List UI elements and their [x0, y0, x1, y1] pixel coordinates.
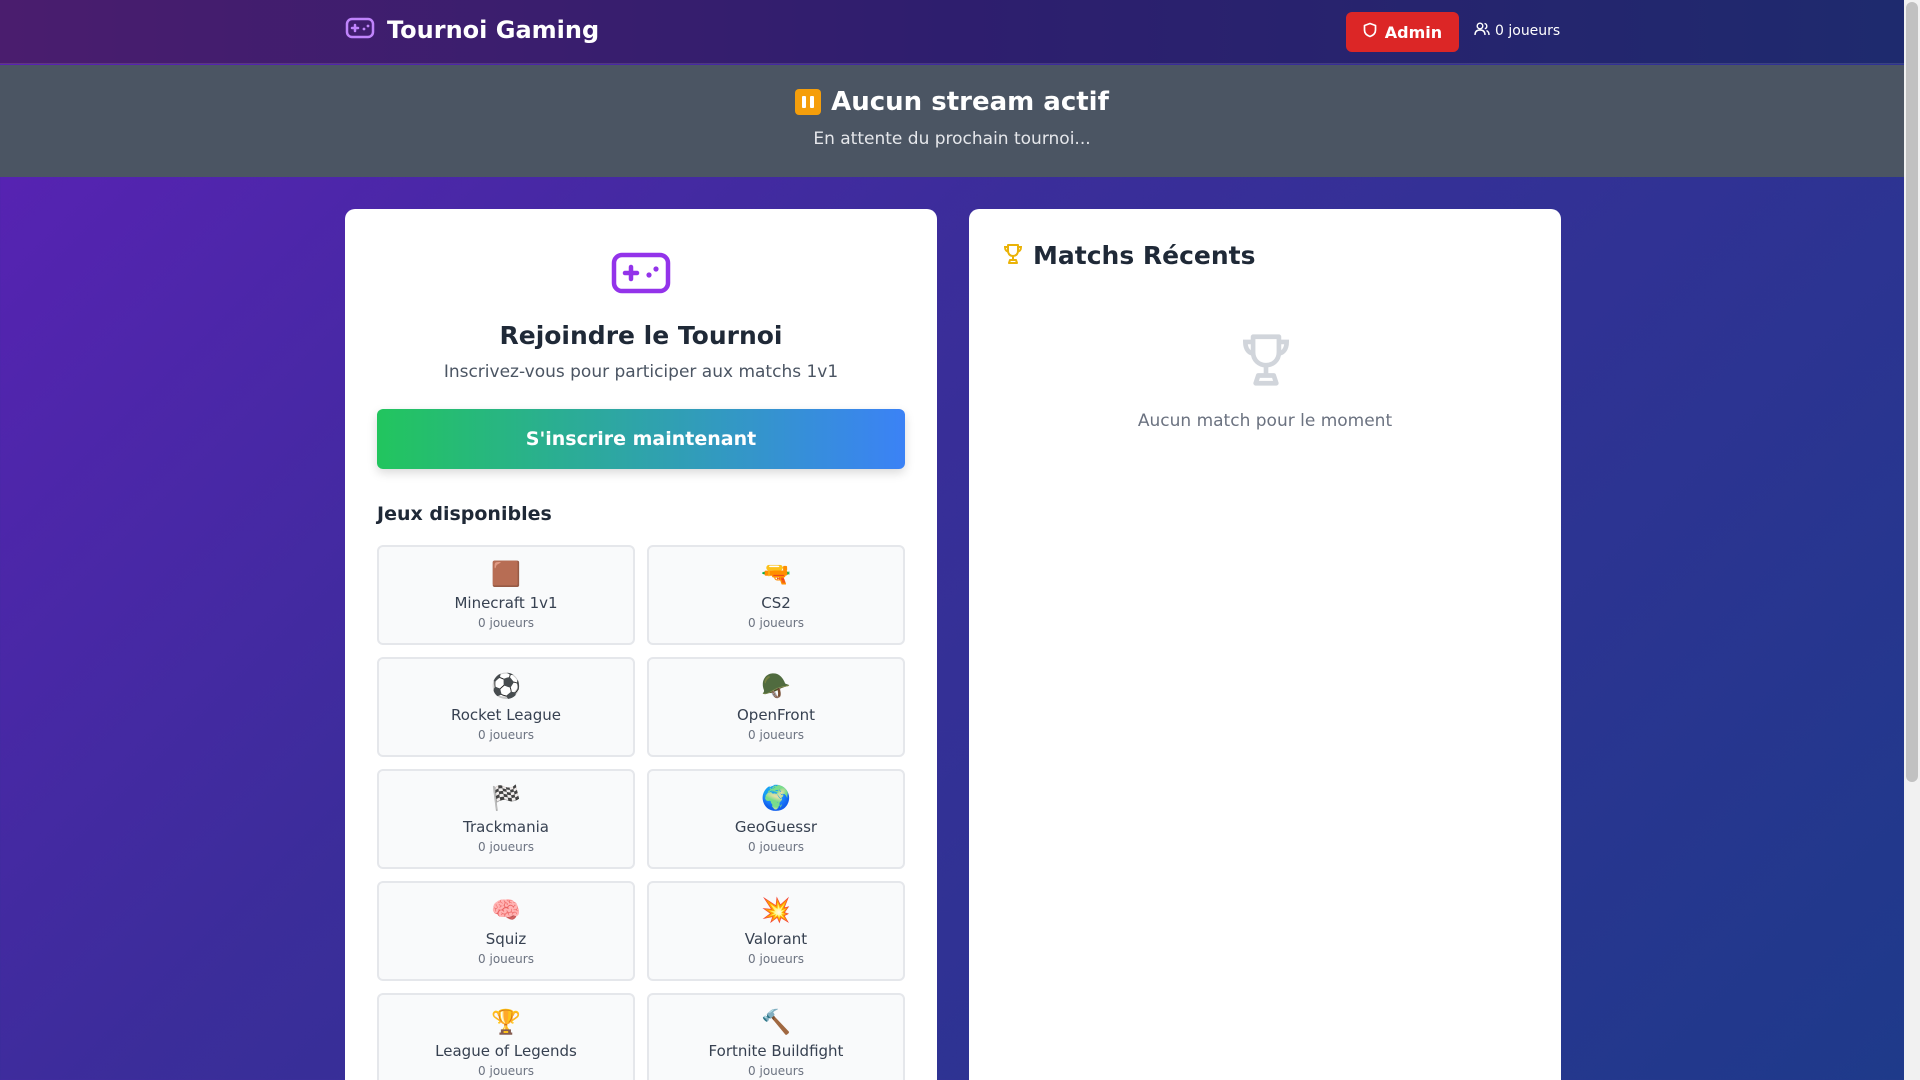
brain-icon: 🧠 — [491, 896, 521, 924]
helmet-icon: 🪖 — [761, 672, 791, 700]
join-title: Rejoindre le Tournoi — [499, 321, 783, 350]
game-player-count: 0 joueurs — [748, 616, 804, 630]
scrollbar-thumb[interactable] — [1906, 2, 1918, 782]
game-card[interactable]: 🟫 Minecraft 1v1 0 joueurs — [377, 545, 635, 645]
game-card[interactable]: 🔨 Fortnite Buildfight 0 joueurs — [647, 993, 905, 1080]
game-card[interactable]: 🏁 Trackmania 0 joueurs — [377, 769, 635, 869]
game-name: CS2 — [761, 594, 791, 612]
pistol-icon: 🔫 — [761, 560, 791, 588]
users-icon — [1474, 22, 1490, 40]
globe-icon: 🌍 — [761, 784, 791, 812]
brand[interactable]: Tournoi Gaming — [345, 16, 599, 44]
game-player-count: 0 joueurs — [478, 1064, 534, 1078]
stream-title: Aucun stream actif — [831, 87, 1109, 117]
game-name: Trackmania — [463, 818, 549, 836]
signup-button[interactable]: S'inscrire maintenant — [377, 409, 905, 469]
shield-icon — [1363, 22, 1377, 42]
game-name: Squiz — [485, 930, 527, 948]
game-name: Rocket League — [451, 706, 561, 724]
game-player-count: 0 joueurs — [748, 728, 804, 742]
checkered-flag-icon: 🏁 — [491, 784, 521, 812]
trophy-icon — [1001, 242, 1025, 270]
admin-label: Admin — [1384, 22, 1443, 42]
minecraft-block-icon: 🟫 — [491, 560, 521, 588]
stream-subtitle: En attente du prochain tournoi... — [813, 129, 1091, 149]
app-title: Tournoi Gaming — [387, 16, 600, 44]
gamepad-icon — [611, 251, 671, 299]
game-card[interactable]: 🔫 CS2 0 joueurs — [647, 545, 905, 645]
trophy-icon — [1235, 329, 1297, 395]
trophy-icon: 🏆 — [491, 1008, 521, 1036]
recent-matches-card: Matchs Récents Aucun match pour le momen… — [969, 209, 1561, 1080]
games-grid: 🟫 Minecraft 1v1 0 joueurs 🔫 CS2 0 joueurs ⚽ Roc… — [377, 545, 905, 1080]
gamepad-icon — [345, 17, 375, 43]
game-name: League of Legends — [435, 1042, 577, 1060]
game-player-count: 0 joueurs — [748, 840, 804, 854]
players-count-label: 0 joueurs — [1495, 23, 1561, 39]
soccer-ball-icon: ⚽ — [491, 672, 521, 700]
game-player-count: 0 joueurs — [478, 952, 534, 966]
join-subtitle: Inscrivez-vous pour participer aux match… — [443, 362, 839, 382]
game-name: Fortnite Buildfight — [708, 1042, 844, 1060]
game-name: GeoGuessr — [734, 818, 818, 836]
admin-button[interactable]: Admin — [1346, 12, 1459, 52]
game-card[interactable]: ⚽ Rocket League 0 joueurs — [377, 657, 635, 757]
matches-title: Matchs Récents — [1033, 241, 1256, 270]
pause-icon — [795, 89, 822, 115]
game-name: OpenFront — [736, 706, 815, 724]
games-heading: Jeux disponibles — [377, 503, 552, 525]
game-card[interactable]: 🪖 OpenFront 0 joueurs — [647, 657, 905, 757]
game-player-count: 0 joueurs — [478, 840, 534, 854]
top-navbar: Tournoi Gaming Admin 0 joueurs — [0, 0, 1904, 64]
game-card[interactable]: 💥 Valorant 0 joueurs — [647, 881, 905, 981]
empty-matches-text: Aucun match pour le moment — [1137, 411, 1393, 431]
game-card[interactable]: 🏆 League of Legends 0 joueurs — [377, 993, 635, 1080]
game-name: Minecraft 1v1 — [454, 594, 558, 612]
game-card[interactable]: 🌍 GeoGuessr 0 joueurs — [647, 769, 905, 869]
game-card[interactable]: 🧠 Squiz 0 joueurs — [377, 881, 635, 981]
game-player-count: 0 joueurs — [478, 616, 534, 630]
page-scrollbar[interactable] — [1904, 0, 1920, 1080]
matches-header: Matchs Récents — [1001, 241, 1256, 270]
players-counter: 0 joueurs — [1474, 22, 1560, 40]
game-player-count: 0 joueurs — [478, 728, 534, 742]
hammer-icon: 🔨 — [761, 1008, 791, 1036]
join-tournament-card: Rejoindre le Tournoi Inscrivez-vous pour… — [345, 209, 937, 1080]
stream-title-row: Aucun stream actif — [0, 87, 1904, 117]
explosion-icon: 💥 — [761, 896, 791, 924]
game-player-count: 0 joueurs — [748, 1064, 804, 1078]
game-player-count: 0 joueurs — [748, 952, 804, 966]
game-name: Valorant — [744, 930, 808, 948]
stream-banner: Aucun stream actif En attente du prochai… — [0, 65, 1904, 177]
